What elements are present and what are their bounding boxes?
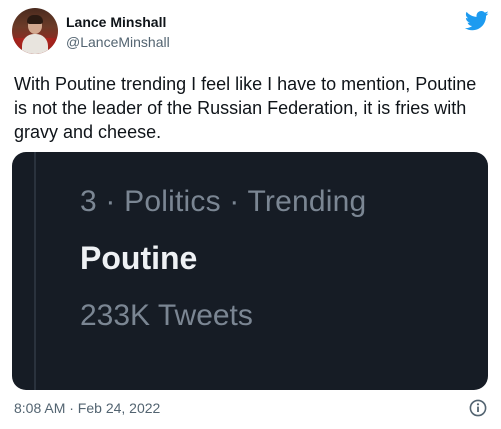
trend-tweet-count: 233K Tweets <box>80 299 253 332</box>
card-divider <box>34 152 36 390</box>
avatar[interactable] <box>12 8 58 54</box>
author-name[interactable]: Lance Minshall <box>66 14 166 30</box>
tweet-card: Lance Minshall @LanceMinshall With Pouti… <box>0 0 501 429</box>
info-icon[interactable] <box>469 399 487 417</box>
trend-meta: 3 · Politics · Trending <box>80 185 367 218</box>
trend-screenshot[interactable]: 3 · Politics · Trending Poutine 233K Twe… <box>12 152 488 390</box>
tweet-timestamp[interactable]: 8:08 AM · Feb 24, 2022 <box>14 400 160 416</box>
author-handle[interactable]: @LanceMinshall <box>66 34 170 50</box>
tweet-text: With Poutine trending I feel like I have… <box>14 74 477 142</box>
trend-name: Poutine <box>80 240 198 276</box>
twitter-bird-icon[interactable] <box>465 11 489 31</box>
